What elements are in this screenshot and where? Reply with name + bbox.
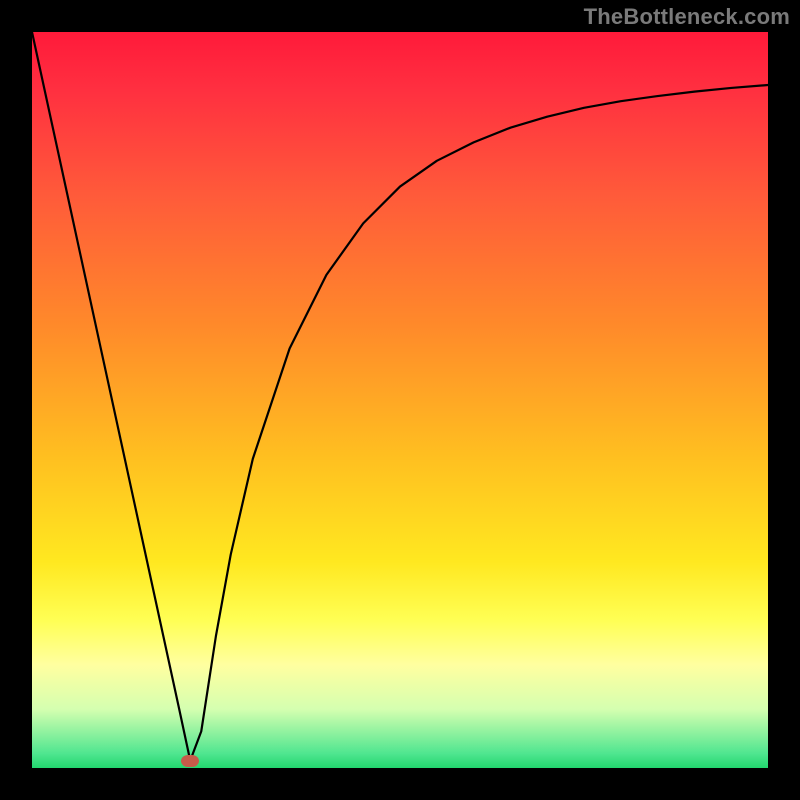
chart-frame: TheBottleneck.com: [0, 0, 800, 800]
plot-area: [32, 32, 768, 768]
minimum-marker: [181, 755, 199, 767]
watermark-text: TheBottleneck.com: [584, 4, 790, 30]
bottleneck-curve: [32, 32, 768, 768]
